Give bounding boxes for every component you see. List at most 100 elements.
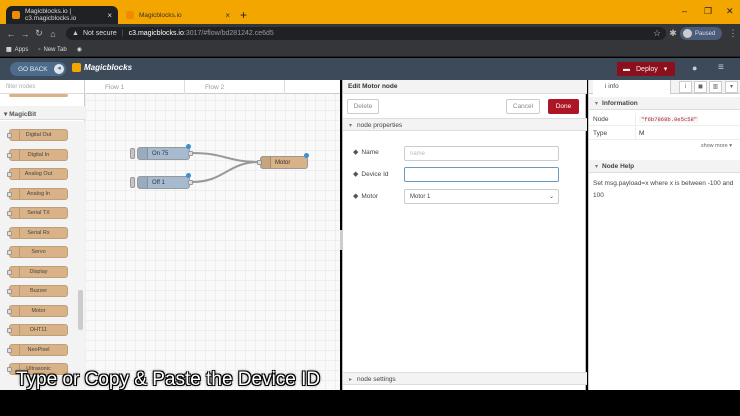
palette-node[interactable]: Digital In: [7, 148, 68, 161]
warning-icon: ▲: [72, 30, 79, 37]
wire-1: [191, 152, 261, 163]
device-id-label: Device Id: [361, 170, 389, 178]
node-help-text: Set msg.payload=x where x is between -10…: [593, 180, 734, 199]
close-tab-icon[interactable]: ×: [107, 11, 112, 20]
palette-node[interactable]: Servo: [7, 246, 68, 258]
video-letterbox: [0, 392, 740, 416]
info-table-divider: [635, 113, 636, 140]
minimize-button[interactable]: –: [682, 6, 687, 16]
wire-2: [191, 161, 261, 183]
name-input[interactable]: name: [404, 146, 559, 161]
reload-icon[interactable]: ↻: [32, 28, 46, 39]
palette-node[interactable]: Analog Out: [7, 168, 68, 180]
palette-node[interactable]: DHT11: [7, 324, 68, 336]
palette-node[interactable]: Digital Out: [7, 129, 68, 141]
bookmark-new-tab[interactable]: ▫ New Tab: [38, 47, 66, 53]
tray-resize-handle[interactable]: [340, 230, 343, 250]
logo-text: Magicblocks: [84, 63, 133, 72]
inject-trigger-button[interactable]: [130, 148, 135, 159]
favicon-icon: [126, 11, 134, 19]
hamburger-menu-icon[interactable]: ≡: [718, 62, 724, 73]
motor-select-value: Motor 1: [410, 194, 431, 200]
info-icon[interactable]: i: [679, 81, 692, 93]
palette-nodes: Digital Out Digital In Analog Out Analog In…: [0, 121, 85, 390]
device-row: ◆ Device Id: [353, 170, 389, 179]
inject-node-on[interactable]: On 75: [137, 144, 193, 160]
bookmark-apps[interactable]: ▦ Apps: [6, 46, 28, 54]
palette-category-header[interactable]: ▾ MagicBit: [0, 106, 85, 120]
url-bar[interactable]: ▲ Not secure | c3.magicblocks.io :3017/#…: [66, 27, 666, 40]
video-caption: Type or Copy & Paste the Device ID: [0, 368, 345, 392]
palette-node-label: NeoPixel: [27, 346, 50, 353]
flow-workspace[interactable]: Flow 1 Flow 2 On 75 Off 1 Motor: [85, 80, 340, 390]
inject-node-off[interactable]: Off 1: [137, 173, 193, 189]
star-icon[interactable]: ☆: [650, 28, 664, 39]
chart-icon[interactable]: ▥: [709, 81, 722, 93]
changed-indicator: [186, 144, 191, 149]
go-back-label: GO BACK: [18, 65, 48, 73]
tab-info[interactable]: i info: [593, 80, 671, 94]
palette-node[interactable]: NeoPixel: [7, 343, 68, 356]
inject-arrow-icon: [138, 148, 148, 159]
palette-node[interactable]: Serial Rx: [7, 226, 68, 239]
palette-node-label: DHT11: [29, 327, 47, 333]
palette-filter-input[interactable]: filter nodes: [0, 80, 85, 94]
browser-tab-2[interactable]: Magicblocks.io ×: [120, 6, 236, 24]
browser-tab-1[interactable]: Magicblocks.io | c3.magicblocks.io ×: [6, 6, 118, 24]
home-icon[interactable]: ⌂: [46, 29, 60, 39]
browser-menu-icon[interactable]: ⋮: [726, 28, 740, 39]
cancel-button[interactable]: Cancel: [506, 99, 540, 114]
go-back-button[interactable]: GO BACK ◂: [10, 62, 66, 76]
new-tab-button[interactable]: +: [240, 8, 247, 22]
chevron-down-icon[interactable]: ▾: [725, 81, 738, 93]
close-window-button[interactable]: ✕: [726, 6, 734, 17]
edit-node-tray: Edit Motor node Delete Cancel Done ▾ node…: [340, 80, 587, 390]
wires: [191, 152, 261, 183]
palette-node[interactable]: Analog In: [7, 187, 68, 200]
output-port[interactable]: [188, 180, 193, 185]
back-arrow-icon: ◂: [54, 64, 64, 74]
delete-button[interactable]: Delete: [347, 99, 379, 114]
motor-select[interactable]: Motor 1 ⌄: [404, 189, 559, 204]
palette-scrollbar[interactable]: [78, 290, 83, 330]
done-button[interactable]: Done: [548, 99, 579, 114]
palette-node[interactable]: Display: [7, 265, 68, 278]
output-port[interactable]: [188, 151, 193, 156]
tray-title: Edit Motor node: [343, 80, 587, 94]
profile-button[interactable]: Paused: [680, 27, 722, 40]
url-host: c3.magicblocks.io: [128, 30, 184, 37]
app-header: GO BACK ◂ Magicblocks ▬ Deploy ▾ ● ≡: [0, 58, 740, 80]
caption-text: Type or Copy & Paste the Device ID: [16, 369, 321, 390]
information-header[interactable]: ▾ Information: [589, 97, 740, 110]
deploy-button[interactable]: ▬ Deploy ▾: [617, 62, 675, 76]
close-tab-icon[interactable]: ×: [225, 11, 230, 20]
maximize-button[interactable]: ❐: [704, 6, 712, 17]
node-settings-section[interactable]: ▸ node settings: [343, 372, 587, 385]
node-help-header[interactable]: ▾ Node Help: [589, 160, 740, 173]
node-properties-section[interactable]: ▾ node properties: [343, 118, 587, 131]
debug-icon[interactable]: ◼: [694, 81, 707, 93]
palette-node-label: Serial Rx: [27, 229, 50, 236]
motor-node[interactable]: Motor: [257, 153, 309, 169]
show-more-link[interactable]: show more ▾: [701, 143, 732, 149]
palette-node[interactable]: Motor: [7, 304, 68, 317]
back-icon[interactable]: ←: [4, 29, 18, 39]
user-icon[interactable]: ●: [692, 63, 697, 73]
deploy-dropdown-icon[interactable]: ▾: [664, 65, 668, 73]
motor-row: ◆ Motor: [353, 192, 378, 201]
info-row-node: Node "f6b7868b.0e5c58": [589, 113, 740, 126]
info-sidebar: i info i ◼ ▥ ▾ ▾ Information Node "f6b786…: [588, 80, 740, 390]
sidebar-tabs: i info i ◼ ▥ ▾: [589, 80, 740, 94]
profile-status: Paused: [695, 30, 716, 37]
palette-node-label: Analog Out: [24, 171, 53, 177]
palette-node[interactable]: Serial TX: [7, 207, 68, 219]
extensions-icon[interactable]: ✱: [666, 28, 680, 39]
globe-icon[interactable]: ◉: [77, 46, 82, 53]
forward-icon[interactable]: →: [18, 29, 32, 39]
changed-indicator: [186, 173, 191, 178]
device-id-input[interactable]: [404, 167, 559, 182]
inject-trigger-button[interactable]: [130, 177, 135, 188]
palette-node-label: Digital In: [27, 151, 50, 158]
name-row: ◆ Name: [353, 148, 379, 157]
palette-node[interactable]: Buzzer: [7, 285, 68, 297]
